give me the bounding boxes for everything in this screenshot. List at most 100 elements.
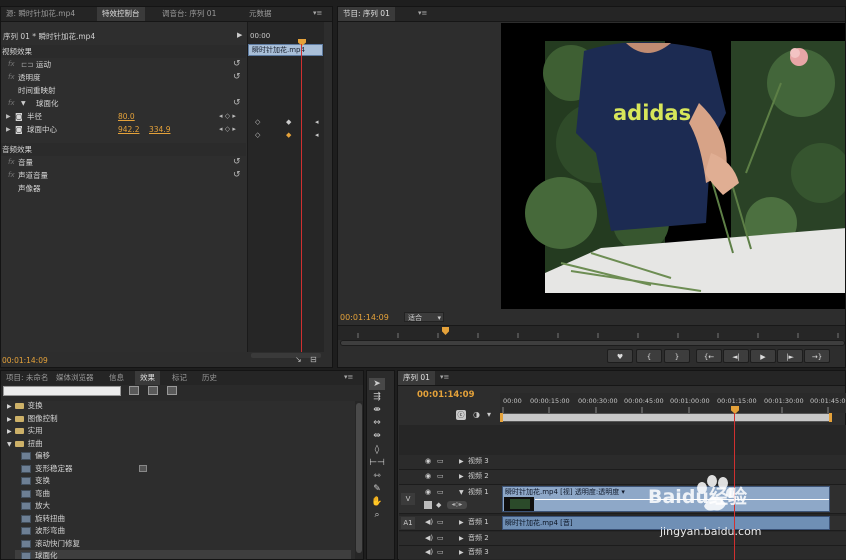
keyframe-nav-icon[interactable]: ◂ ◇ ▸ (219, 110, 236, 123)
work-area-end-handle[interactable] (829, 413, 832, 422)
panel-menu-icon[interactable]: ▾≡ (418, 9, 427, 17)
track-select-tool-icon[interactable]: ⇶ (369, 391, 385, 403)
work-area-start-handle[interactable] (500, 413, 503, 422)
play-button[interactable]: ▶ (750, 349, 776, 363)
fx-badge-icon[interactable]: fx (8, 71, 15, 84)
pen-tool-icon[interactable]: ✎ (369, 483, 385, 495)
mini-timeline-clip[interactable]: 瞬时针加花.mp4 (248, 44, 323, 56)
speaker-icon[interactable]: ◀) (425, 532, 433, 545)
sync-lock-icon[interactable]: ◑ (473, 410, 480, 419)
keyframe-nav-control[interactable]: ◂◇▸ (447, 501, 467, 509)
razor-tool-icon[interactable]: ◊ (369, 444, 385, 456)
rate-stretch-tool-icon[interactable]: ⇹ (369, 430, 385, 442)
reset-icon[interactable]: ↺ (233, 58, 241, 71)
effect-row-time-remap[interactable]: 时间重映射 (1, 84, 246, 97)
fx-badge-icon[interactable]: fx (8, 169, 15, 182)
tree-effect-selected[interactable]: 球面化 (15, 550, 351, 559)
slip-tool-icon[interactable]: ⊢⊣ (369, 457, 385, 469)
tab-program[interactable]: 节目: 序列 01 (338, 7, 395, 21)
keyframe-marker-selected[interactable]: ◆ (286, 131, 291, 139)
go-to-in-button[interactable]: {← (696, 349, 722, 363)
reset-icon[interactable]: ↺ (233, 71, 241, 84)
tree-effect[interactable]: 旋转扭曲 (21, 513, 65, 526)
lock-icon[interactable]: ▭ (437, 470, 444, 483)
tab-history[interactable]: 历史 (197, 371, 222, 385)
param-value-center-y[interactable]: 334.9 (149, 123, 170, 136)
keyframe-nav-icon[interactable]: ◂ (315, 118, 319, 126)
collapse-arrow-icon[interactable]: ▼ (7, 441, 12, 448)
tree-effect[interactable]: 变形稳定器 (21, 463, 73, 476)
mini-timeline[interactable] (248, 22, 324, 352)
current-time-display[interactable]: 00:01:14:09 (2, 356, 48, 365)
tree-effect[interactable]: 偏移 (21, 450, 50, 463)
effects-scroll-thumb[interactable] (356, 403, 362, 553)
speaker-icon[interactable]: ◀) (425, 546, 433, 559)
ripple-edit-tool-icon[interactable]: ⇼ (369, 404, 385, 416)
expand-arrow-icon[interactable]: ▶ (459, 470, 464, 483)
track-display-style-icon[interactable] (424, 501, 432, 509)
step-forward-button[interactable]: |► (777, 349, 803, 363)
track-header-audio-1[interactable]: ◀) ▭ ▶ 音频 1 (399, 516, 499, 529)
tab-media-browser[interactable]: 媒体浏览器 (51, 371, 99, 385)
panel-menu-icon[interactable]: ▾≡ (440, 373, 449, 381)
yuv-effects-icon[interactable] (167, 386, 177, 395)
param-row-radius[interactable]: ▶ ◙ 半径 80.0 ◂ ◇ ▸ (1, 110, 246, 123)
lock-icon[interactable]: ▭ (437, 516, 444, 529)
stopwatch-icon[interactable]: ◙ (15, 123, 23, 136)
expand-arrow-icon[interactable]: ▶ (7, 416, 12, 423)
tree-effect[interactable]: 变换 (21, 475, 50, 488)
reset-icon[interactable]: ↺ (233, 156, 241, 169)
param-row-sphere-center[interactable]: ▶ ◙ 球面中心 942.2 334.9 ◂ ◇ ▸ (1, 123, 246, 136)
track-header-video-1[interactable]: ◉ ▭ ▼ 视频 1 (399, 486, 499, 499)
tab-info[interactable]: 信息 (104, 371, 129, 385)
effects-search-input[interactable] (3, 386, 121, 396)
snap-icon[interactable]: ⓒ (456, 410, 466, 420)
keyframe-marker[interactable]: ◆ (286, 118, 291, 126)
add-marker-icon[interactable]: ▾ (487, 410, 491, 419)
accelerated-effects-icon[interactable] (129, 386, 139, 395)
param-value-radius[interactable]: 80.0 (118, 110, 135, 123)
tree-folder[interactable]: ▶ 图像控制 (7, 413, 58, 426)
add-marker-button[interactable]: ♥ (607, 349, 633, 363)
fx-badge-icon[interactable]: fx (8, 156, 15, 169)
tab-effect-controls[interactable]: 特效控制台 (97, 7, 145, 21)
panel-menu-icon[interactable]: ▾≡ (313, 9, 322, 17)
hand-tool-icon[interactable]: ✋ (369, 496, 385, 508)
expand-arrow-icon[interactable]: ▶ (459, 516, 464, 529)
fit-dropdown[interactable]: 适合 ▾ (404, 312, 444, 322)
expand-arrow-icon[interactable]: ▶ (7, 403, 12, 410)
stopwatch-icon[interactable]: ◙ (15, 110, 23, 123)
expand-arrow-icon[interactable]: ▶ (237, 31, 242, 39)
expand-arrow-icon[interactable]: ▶ (6, 110, 11, 123)
export-frame-icon[interactable]: ↘ (295, 355, 302, 364)
expand-arrow-icon[interactable]: ▶ (459, 455, 464, 468)
reset-icon[interactable]: ↺ (233, 97, 241, 110)
eye-icon[interactable]: ◉ (425, 470, 431, 483)
zoom-tool-icon[interactable]: ⌕ (369, 509, 385, 521)
selection-tool-icon[interactable]: ➤ (369, 378, 385, 390)
tree-folder-open[interactable]: ▼ 扭曲 (7, 438, 43, 451)
lock-icon[interactable]: ▭ (437, 546, 444, 559)
mark-out-button[interactable]: } (664, 349, 690, 363)
tab-source[interactable]: 源: 瞬时针加花.mp4 (1, 7, 80, 21)
tab-audio-mixer[interactable]: 调音台: 序列 01 (157, 7, 221, 21)
speaker-icon[interactable]: ◀) (425, 516, 433, 529)
expand-arrow-icon[interactable]: ▶ (459, 546, 464, 559)
eye-icon[interactable]: ◉ (425, 486, 431, 499)
track-header-audio-2[interactable]: ◀) ▭ ▶ 音频 2 (399, 532, 499, 545)
keyframe-marker[interactable]: ◇ (255, 118, 260, 126)
program-timecode[interactable]: 00:01:14:09 (340, 313, 389, 322)
tree-effect[interactable]: 波形弯曲 (21, 525, 65, 538)
32bit-effects-icon[interactable] (148, 386, 158, 395)
tree-effect[interactable]: 放大 (21, 500, 50, 513)
reset-icon[interactable]: ↺ (233, 169, 241, 182)
tab-effects[interactable]: 效果 (135, 371, 160, 385)
effect-row-panner[interactable]: 声像器 (1, 182, 246, 195)
keyframe-nav-icon[interactable]: ◂ ◇ ▸ (219, 123, 236, 136)
tab-sequence[interactable]: 序列 01 (398, 371, 435, 385)
track-header-video-2[interactable]: ◉ ▭ ▶ 视频 2 (399, 470, 499, 483)
panel-menu-icon[interactable]: ▾≡ (344, 373, 353, 381)
lock-icon[interactable]: ▭ (437, 455, 444, 468)
program-scrub-ruler[interactable] (338, 325, 845, 340)
effect-row-spherize[interactable]: fx ▼ 球面化 ↺ (1, 97, 246, 110)
